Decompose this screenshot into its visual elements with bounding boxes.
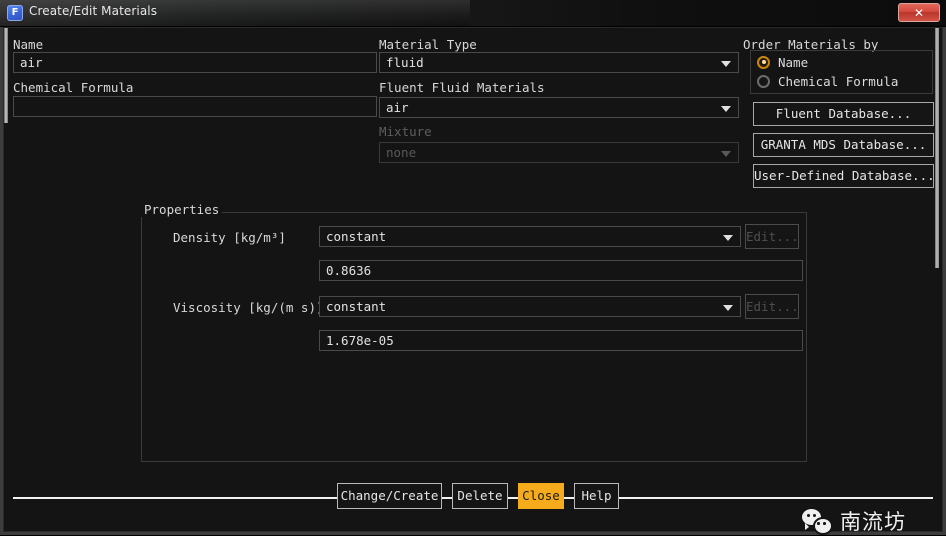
granta-mds-database-button[interactable]: GRANTA MDS Database...: [753, 133, 934, 157]
wechat-icon: [802, 509, 833, 535]
mixture-label: Mixture: [379, 124, 432, 139]
name-label: Name: [13, 37, 44, 52]
viscosity-edit-button: Edit...: [745, 294, 799, 319]
viscosity-value-input[interactable]: 1.678e-05: [319, 330, 803, 351]
help-button[interactable]: Help: [574, 483, 619, 509]
density-label: Density [kg/m³]: [173, 230, 286, 245]
density-value-input[interactable]: 0.8636: [319, 260, 803, 281]
left-frame-highlight: [4, 28, 8, 123]
density-method-value: constant: [326, 229, 387, 244]
chevron-down-icon: [723, 305, 733, 311]
viscosity-label: Viscosity [kg/(m s)]: [173, 300, 324, 315]
mixture-value: none: [386, 145, 417, 160]
close-button[interactable]: Close: [518, 483, 564, 509]
chemical-formula-label: Chemical Formula: [13, 80, 134, 95]
dialog-inner-frame: Name air Chemical Formula Material Type …: [3, 27, 943, 535]
window-title: Create/Edit Materials: [29, 4, 158, 18]
radio-order-by-chemical-formula-label: Chemical Formula: [778, 73, 899, 89]
density-method-dropdown[interactable]: constant: [319, 226, 741, 247]
fluent-fluid-materials-label: Fluent Fluid Materials: [379, 80, 545, 95]
density-edit-button: Edit...: [745, 224, 799, 249]
mixture-dropdown: none: [379, 142, 739, 163]
radio-order-by-name[interactable]: Name: [757, 53, 808, 71]
change-create-button[interactable]: Change/Create: [337, 483, 442, 509]
watermark: 南流坊: [802, 506, 906, 536]
watermark-text: 南流坊: [840, 510, 906, 534]
name-input[interactable]: air: [13, 52, 377, 73]
right-frame-highlight: [935, 28, 939, 268]
material-type-label: Material Type: [379, 37, 477, 52]
user-defined-database-button[interactable]: User-Defined Database...: [753, 164, 935, 188]
close-window-button[interactable]: ✕: [898, 3, 940, 22]
material-type-dropdown[interactable]: fluid: [379, 52, 739, 73]
chevron-down-icon: [721, 61, 731, 67]
title-bar: F Create/Edit Materials ✕: [0, 0, 946, 27]
dialog-body: Name air Chemical Formula Material Type …: [0, 27, 946, 535]
viscosity-method-value: constant: [326, 299, 387, 314]
properties-group-label: Properties: [141, 202, 223, 217]
radio-order-by-name-label: Name: [778, 54, 809, 70]
create-edit-materials-dialog: F Create/Edit Materials ✕ Name air Chemi…: [0, 0, 946, 535]
chevron-down-icon: [723, 235, 733, 241]
chevron-down-icon: [721, 151, 731, 157]
chevron-down-icon: [721, 106, 731, 112]
fluent-database-button[interactable]: Fluent Database...: [753, 102, 934, 126]
radio-order-by-chemical-formula[interactable]: Chemical Formula: [757, 72, 898, 90]
viscosity-method-dropdown[interactable]: constant: [319, 296, 741, 317]
material-type-value: fluid: [386, 55, 424, 70]
radio-unselected-icon: [757, 74, 770, 88]
fluent-fluid-materials-value: air: [386, 100, 409, 115]
fluent-fluid-materials-dropdown[interactable]: air: [379, 97, 739, 118]
chemical-formula-input[interactable]: [13, 96, 377, 117]
fluent-f-icon: F: [7, 5, 23, 21]
radio-selected-icon: [757, 55, 770, 69]
delete-button[interactable]: Delete: [452, 483, 508, 509]
